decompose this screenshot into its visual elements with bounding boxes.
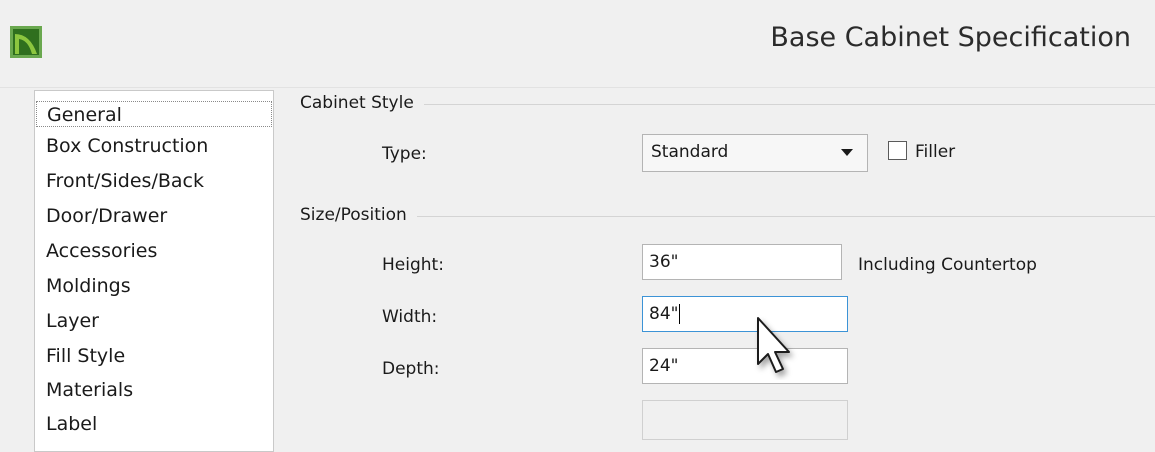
mouse-pointer-icon (757, 317, 790, 373)
sidebar-item-label[interactable]: Label (36, 411, 272, 437)
sidebar-item-moldings[interactable]: Moldings (36, 273, 272, 299)
filler-label: Filler (915, 142, 956, 162)
depth-label: Depth: (382, 359, 440, 379)
sidebar-item-accessories[interactable]: Accessories (36, 238, 272, 264)
text-caret (679, 304, 681, 324)
sidebar-item-fill-style[interactable]: Fill Style (36, 343, 272, 369)
category-list[interactable]: General Box Construction Front/Sides/Bac… (34, 90, 274, 452)
filler-checkbox[interactable] (888, 141, 907, 160)
sidebar-item-door-drawer[interactable]: Door/Drawer (36, 203, 272, 229)
width-input[interactable]: 84" (642, 296, 848, 332)
depth-input[interactable]: 24" (642, 348, 848, 384)
app-logo-icon (10, 26, 42, 58)
cabinet-style-divider (300, 104, 1155, 105)
height-label: Height: (382, 255, 444, 275)
window-title: Base Cabinet Specification (770, 22, 1131, 53)
title-bar: Base Cabinet Specification (0, 0, 1155, 87)
sidebar-item-layer[interactable]: Layer (36, 308, 272, 334)
type-dropdown[interactable]: Standard (642, 134, 868, 172)
title-divider (0, 87, 1155, 88)
height-note: Including Countertop (858, 255, 1037, 275)
disabled-field (642, 400, 848, 440)
width-label: Width: (382, 307, 438, 327)
size-position-divider (300, 216, 1155, 217)
height-input[interactable]: 36" (642, 244, 842, 280)
sidebar-item-general[interactable]: General (36, 101, 272, 127)
cabinet-style-heading: Cabinet Style (300, 93, 424, 113)
type-dropdown-value: Standard (651, 142, 729, 162)
width-input-value: 84" (649, 304, 679, 324)
sidebar-item-front-sides-back[interactable]: Front/Sides/Back (36, 168, 272, 194)
sidebar-item-box-construction[interactable]: Box Construction (36, 133, 272, 159)
dropdown-arrow-icon (841, 149, 853, 156)
type-label: Type: (382, 144, 427, 164)
sidebar-item-materials[interactable]: Materials (36, 377, 272, 403)
size-position-heading: Size/Position (300, 205, 417, 225)
